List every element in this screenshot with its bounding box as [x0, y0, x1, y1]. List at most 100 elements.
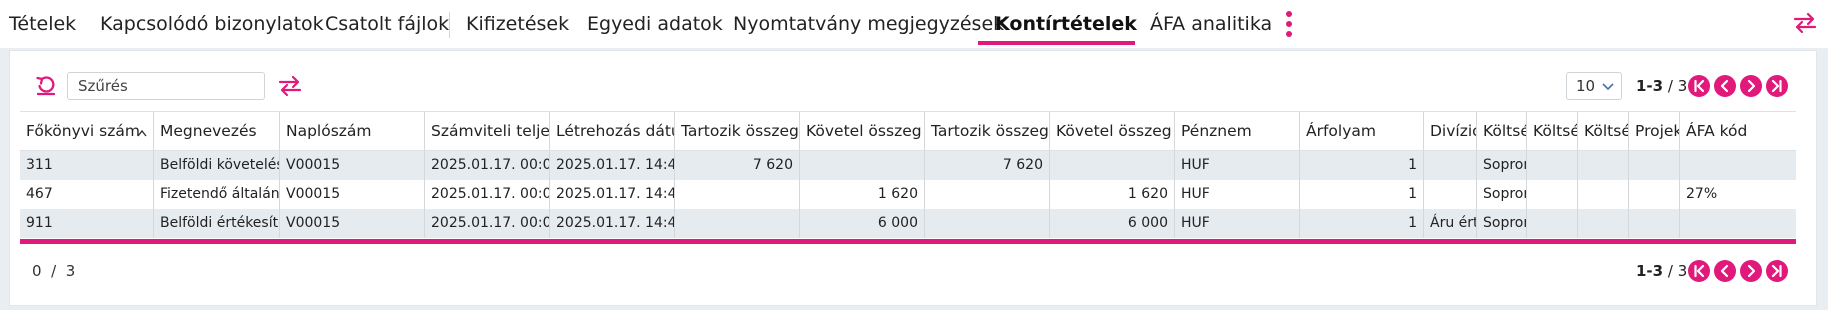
cell-cost-type — [1578, 180, 1629, 209]
column-header-vat-code[interactable]: ÁFA kód — [1680, 112, 1796, 150]
prev-page-icon — [1720, 264, 1729, 278]
active-tab-indicator — [978, 41, 1135, 45]
sort-up-icon[interactable] — [137, 124, 147, 137]
cell-division — [1424, 151, 1477, 180]
cell-credit-huf: 1 620 — [800, 180, 925, 209]
cell-vat-code — [1680, 209, 1796, 238]
column-header-name[interactable]: Megnevezés — [154, 112, 280, 150]
table-row[interactable]: 311 Belföldi követelések V00015 2025.01.… — [20, 151, 1796, 180]
tab-custom-data[interactable]: Egyedi adatok — [587, 12, 723, 36]
more-tabs-button[interactable] — [1280, 10, 1298, 38]
cell-created-date: 2025.01.17. 14:41 — [550, 209, 675, 238]
swap-arrows-icon[interactable] — [1792, 12, 1818, 34]
first-page-button[interactable] — [1688, 75, 1710, 97]
cell-project — [1629, 151, 1680, 180]
next-page-button[interactable] — [1740, 75, 1762, 97]
cell-cost-bearer — [1527, 151, 1578, 180]
pager-bottom: 1-3 / 3 — [1636, 260, 1816, 284]
column-header-exchange-rate[interactable]: Árfolyam — [1300, 112, 1424, 150]
cell-division — [1424, 180, 1477, 209]
table-row[interactable]: 467 Fizetendő általános V00015 2025.01.1… — [20, 180, 1796, 209]
cell-journal-number: V00015 — [280, 180, 425, 209]
tab-attached-files[interactable]: Csatolt fájlok — [325, 12, 449, 36]
cell-cost-bearer — [1527, 209, 1578, 238]
column-header-debit[interactable]: Tartozik összeg — [925, 112, 1050, 150]
more-vertical-icon-dot — [1286, 31, 1292, 37]
column-header-ledger-number[interactable]: Főkönyvi szám — [20, 112, 154, 150]
tab-items[interactable]: Tételek — [9, 12, 76, 36]
cell-cost-type — [1578, 151, 1629, 180]
cell-journal-number: V00015 — [280, 209, 425, 238]
cell-cost-center: Sopron — [1477, 209, 1527, 238]
prev-page-button[interactable] — [1714, 260, 1736, 282]
cell-project — [1629, 209, 1680, 238]
table-header: Főkönyvi szám Megnevezés Naplószám Számv… — [20, 111, 1796, 151]
cell-cost-bearer — [1527, 180, 1578, 209]
column-header-division[interactable]: Divízió — [1424, 112, 1477, 150]
cell-journal-number: V00015 — [280, 151, 425, 180]
column-header-accounting-date[interactable]: Számviteli teljesítés — [425, 112, 550, 150]
cell-debit-huf — [675, 180, 800, 209]
page-size-value: 10 — [1576, 77, 1596, 95]
column-header-debit-huf[interactable]: Tartozik összeg HUF — [675, 112, 800, 150]
cell-name: Belföldi követelések — [154, 151, 280, 180]
column-header-cost-type[interactable]: Költségnem — [1578, 112, 1629, 150]
tab-related-documents[interactable]: Kapcsolódó bizonylatok — [100, 12, 324, 36]
table-row[interactable]: 911 Belföldi értékesítés V00015 2025.01.… — [20, 209, 1796, 238]
cell-exchange-rate: 1 — [1300, 151, 1424, 180]
page-size-select[interactable]: 10 — [1566, 72, 1622, 100]
cell-accounting-date: 2025.01.17. 00:00 — [425, 209, 550, 238]
horizontal-scrollbar[interactable] — [20, 239, 1796, 244]
reset-filter-icon[interactable] — [35, 74, 57, 96]
column-header-journal-number[interactable]: Naplószám — [280, 112, 425, 150]
cell-debit: 7 620 — [925, 151, 1050, 180]
last-page-icon — [1771, 79, 1782, 93]
pager-range: 1-3 / 3 — [1636, 77, 1688, 95]
last-page-button[interactable] — [1766, 260, 1788, 282]
column-header-project[interactable]: Projekt — [1629, 112, 1680, 150]
first-page-button[interactable] — [1688, 260, 1710, 282]
cell-exchange-rate: 1 — [1300, 209, 1424, 238]
column-header-credit[interactable]: Követel összeg — [1050, 112, 1175, 150]
filter-input[interactable] — [67, 72, 265, 100]
next-page-button[interactable] — [1740, 260, 1762, 282]
cell-debit-huf: 7 620 — [675, 151, 800, 180]
first-page-icon — [1694, 264, 1705, 278]
first-page-icon — [1694, 79, 1705, 93]
next-page-icon — [1747, 79, 1756, 93]
tab-print-notes[interactable]: Nyomtatvány megjegyzések — [733, 12, 1004, 36]
tab-payments[interactable]: Kifizetések — [466, 12, 569, 36]
cell-currency: HUF — [1175, 151, 1300, 180]
cell-ledger-number: 467 — [20, 180, 154, 209]
tab-divider — [449, 12, 450, 38]
cell-ledger-number: 311 — [20, 151, 154, 180]
cell-credit — [1050, 151, 1175, 180]
cell-ledger-number: 911 — [20, 209, 154, 238]
cell-project — [1629, 180, 1680, 209]
cell-cost-type — [1578, 209, 1629, 238]
last-page-button[interactable] — [1766, 75, 1788, 97]
tab-account-entries[interactable]: Kontírtételek — [995, 12, 1137, 36]
cell-cost-center: Sopron — [1477, 180, 1527, 209]
swap-arrows-icon[interactable] — [277, 75, 303, 97]
cell-debit — [925, 180, 1050, 209]
prev-page-button[interactable] — [1714, 75, 1736, 97]
tab-vat-analytics[interactable]: ÁFA analitika — [1150, 12, 1272, 36]
cell-vat-code: 27% — [1686, 186, 1718, 202]
cell-created-date: 2025.01.17. 14:41 — [550, 151, 675, 180]
more-vertical-icon-dot — [1286, 21, 1292, 27]
column-header-cost-bearer[interactable]: Költségviselő — [1527, 112, 1578, 150]
cell-currency: HUF — [1175, 180, 1300, 209]
pager-top: 1-3 / 3 — [1636, 75, 1816, 99]
cell-cost-center: Sopron — [1477, 151, 1527, 180]
column-header-created-date[interactable]: Létrehozás dátuma — [550, 112, 675, 150]
prev-page-icon — [1720, 79, 1729, 93]
cell-vat-code — [1680, 151, 1796, 180]
cell-exchange-rate: 1 — [1300, 180, 1424, 209]
cell-name: Fizetendő általános — [154, 180, 280, 209]
column-header-currency[interactable]: Pénznem — [1175, 112, 1300, 150]
column-header-credit-huf[interactable]: Követel összeg HUF — [800, 112, 925, 150]
cell-debit — [925, 209, 1050, 238]
cell-created-date: 2025.01.17. 14:41 — [550, 180, 675, 209]
column-header-cost-center[interactable]: Költséghely — [1477, 112, 1527, 150]
